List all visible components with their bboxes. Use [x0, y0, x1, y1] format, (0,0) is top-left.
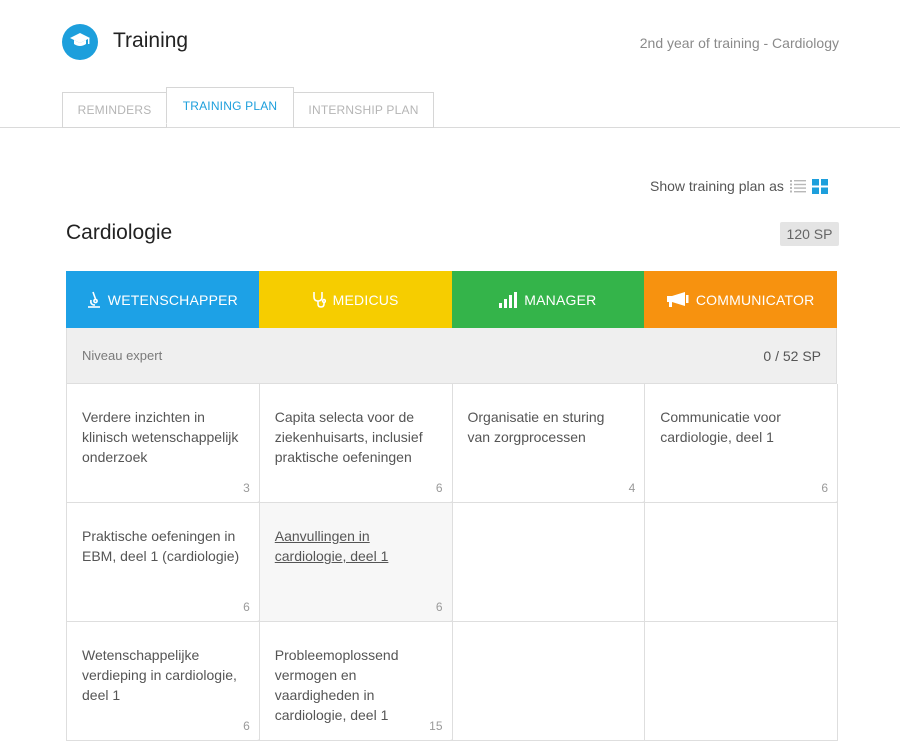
microscope-icon: [87, 291, 101, 308]
tab-training-plan[interactable]: TRAINING PLAN: [166, 87, 294, 124]
total-sp-badge: 120 SP: [780, 222, 839, 246]
course-sp: 6: [435, 481, 443, 495]
corner-fold: [221, 464, 259, 502]
course-card[interactable]: Capita selecta voor de ziekenhuisarts, i…: [259, 384, 453, 503]
view-toggle-label: Show training plan as: [650, 178, 784, 194]
graduation-cap-icon: [69, 31, 91, 54]
course-card[interactable]: Verdere inzichten in klinisch wetenschap…: [67, 384, 260, 503]
training-plan-board: WETENSCHAPPER MEDICUS MANAGER COMMUNICAT…: [66, 271, 838, 741]
list-view-icon[interactable]: [790, 179, 806, 193]
course-sp: 3: [243, 481, 250, 495]
empty-slot: [452, 503, 646, 622]
course-sp: 6: [435, 600, 443, 614]
tab-reminders[interactable]: REMINDERS: [62, 92, 167, 128]
course-title: Wetenschappelijke verdieping in cardiolo…: [82, 647, 237, 703]
role-communicator[interactable]: COMMUNICATOR: [644, 271, 837, 328]
role-label: WETENSCHAPPER: [107, 291, 238, 308]
role-wetenschapper[interactable]: WETENSCHAPPER: [66, 271, 259, 328]
tab-internship-plan[interactable]: INTERNSHIP PLAN: [293, 92, 434, 128]
level-sp: 0 / 52 SP: [763, 347, 821, 364]
course-title: Praktische oefeningen in EBM, deel 1 (ca…: [82, 528, 240, 564]
course-card[interactable]: Praktische oefeningen in EBM, deel 1 (ca…: [67, 503, 260, 622]
empty-slot: [645, 503, 838, 622]
corner-fold: [414, 583, 452, 621]
course-title: Verdere inzichten in klinisch wetenschap…: [82, 409, 239, 465]
level-label: Niveau expert: [82, 348, 163, 363]
stethoscope-icon: [312, 291, 326, 308]
role-medicus[interactable]: MEDICUS: [258, 271, 452, 328]
bar-chart-icon: [499, 291, 518, 308]
section-title: Cardiologie: [66, 221, 173, 244]
megaphone-icon: [666, 292, 689, 307]
course-card[interactable]: Probleemoplossend vermogen en vaardighed…: [259, 622, 453, 741]
course-card[interactable]: Organisatie en sturing van zorgprocessen…: [452, 384, 646, 503]
course-sp: 6: [243, 600, 250, 614]
course-sp: 6: [821, 481, 828, 495]
course-title: Probleemoplossend vermogen en vaardighed…: [274, 647, 399, 723]
level-bar: Niveau expert 0 / 52 SP: [66, 328, 837, 384]
course-sp: 4: [628, 481, 636, 495]
course-title: Capita selecta voor de ziekenhuisarts, i…: [274, 409, 423, 465]
course-title-link[interactable]: Aanvullingen in cardiologie, deel 1: [275, 528, 389, 564]
training-year-subtitle: 2nd year of training - Cardiology: [639, 35, 839, 51]
app-logo: [62, 24, 98, 60]
empty-slot: [645, 622, 838, 741]
corner-fold: [221, 583, 259, 621]
role-label: MEDICUS: [332, 291, 399, 308]
course-card[interactable]: Wetenschappelijke verdieping in cardiolo…: [67, 622, 260, 741]
course-grid: Verdere inzichten in klinisch wetenschap…: [66, 384, 838, 741]
course-sp: 15: [429, 719, 443, 733]
corner-fold: [799, 464, 837, 502]
role-header-row: WETENSCHAPPER MEDICUS MANAGER COMMUNICAT…: [66, 271, 837, 328]
corner-fold: [606, 464, 644, 502]
empty-slot: [452, 622, 646, 741]
course-card[interactable]: Communicatie voor cardiologie, deel 1 6: [645, 384, 838, 503]
course-title: Communicatie voor cardiologie, deel 1: [660, 409, 781, 445]
course-card-hovered[interactable]: Aanvullingen in cardiologie, deel 1 6: [259, 503, 453, 622]
corner-fold: [221, 702, 259, 740]
role-label: COMMUNICATOR: [695, 291, 815, 308]
course-sp: 6: [243, 719, 250, 733]
course-title: Organisatie en sturing van zorgprocessen: [467, 409, 605, 445]
grid-view-icon[interactable]: [812, 179, 828, 194]
corner-fold: [414, 464, 452, 502]
role-label: MANAGER: [524, 291, 597, 308]
app-title: Training: [113, 29, 189, 52]
role-manager[interactable]: MANAGER: [451, 271, 645, 328]
